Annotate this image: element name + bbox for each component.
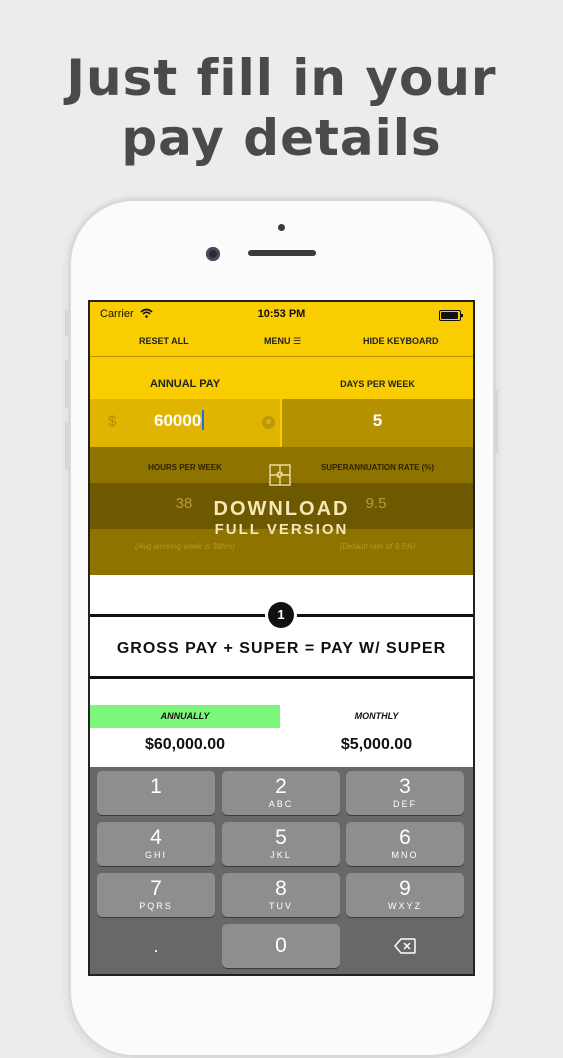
annual-pay-value: 60000	[154, 411, 202, 430]
headline: Just fill in your pay details	[0, 48, 563, 168]
formula-divider	[90, 676, 473, 679]
phone-power-button	[494, 390, 498, 454]
hours-hint: (Avg working week is 38hrs)	[135, 542, 235, 551]
phone-volume-up	[65, 360, 69, 408]
download-title[interactable]: DOWNLOAD	[90, 498, 473, 521]
puzzle-icon	[269, 464, 291, 486]
key-4-digit: 4	[150, 826, 162, 849]
key-1[interactable]: 1	[97, 771, 215, 815]
backspace-icon	[394, 938, 416, 954]
key-7-letters: PQRS	[139, 901, 173, 911]
key-6[interactable]: 6 MNO	[346, 822, 464, 866]
key-1-digit: 1	[150, 775, 162, 798]
phone-side-button	[65, 310, 69, 336]
days-per-week-label: DAYS PER WEEK	[340, 379, 415, 389]
key-5[interactable]: 5 JKL	[222, 822, 340, 866]
key-4[interactable]: 4 GHI	[97, 822, 215, 866]
proximity-sensor	[278, 224, 285, 231]
key-7[interactable]: 7 PQRS	[97, 873, 215, 917]
key-2-digit: 2	[275, 775, 287, 798]
key-8-letters: TUV	[269, 901, 293, 911]
key-0-digit: 0	[275, 934, 287, 957]
annual-pay-field[interactable]: $ 60000 ×	[90, 399, 280, 447]
key-decimal[interactable]: .	[97, 924, 215, 968]
key-6-digit: 6	[399, 826, 411, 849]
key-7-digit: 7	[150, 877, 162, 900]
clear-icon[interactable]: ×	[262, 416, 275, 429]
key-3[interactable]: 3 DEF	[346, 771, 464, 815]
superannuation-rate-label: SUPERANNUATION RATE (%)	[320, 463, 435, 472]
locked-fields-overlay[interactable]: HOURS PER WEEK SUPERANNUATION RATE (%) 3…	[90, 447, 473, 575]
reset-all-button[interactable]: RESET ALL	[139, 336, 189, 346]
days-per-week-value: 5	[372, 411, 383, 430]
key-0[interactable]: 0	[222, 924, 340, 968]
backspace-key[interactable]	[346, 924, 464, 968]
annual-pay-label: ANNUAL PAY	[149, 378, 221, 390]
key-2-letters: ABC	[268, 799, 294, 809]
superannuation-hint: (Default rate of 9.5%)	[339, 542, 416, 551]
numeric-keypad: 1 2 ABC 3 DEF 4 GHI 5 JKL 6 MNO 7 PQRS 8 TUV 9W…	[90, 767, 473, 974]
headline-line-1: Just fill in your	[66, 49, 497, 107]
key-5-digit: 5	[275, 826, 287, 849]
step-number-badge: 1	[268, 602, 294, 628]
key-9-digit: 9	[399, 877, 411, 900]
hide-keyboard-button[interactable]: HIDE KEYBOARD	[363, 336, 439, 346]
headline-line-2: pay details	[121, 109, 442, 167]
currency-symbol: $	[108, 413, 117, 430]
key-3-letters: DEF	[393, 799, 417, 809]
key-9-letters: WXYZ	[388, 901, 422, 911]
days-per-week-field[interactable]: 5	[282, 399, 473, 447]
menu-button[interactable]: MENU ☰	[264, 336, 301, 347]
key-6-letters: MNO	[391, 850, 419, 860]
status-bar: Carrier 10:53 PM	[90, 302, 473, 326]
tab-monthly[interactable]: MONTHLY	[280, 705, 473, 728]
phone-volume-down	[65, 422, 69, 470]
tab-annually[interactable]: ANNUALLY	[90, 705, 280, 728]
battery-icon	[439, 310, 463, 321]
top-toolbar: RESET ALL MENU ☰ HIDE KEYBOARD	[90, 326, 473, 357]
download-subtitle[interactable]: FULL VERSION	[90, 521, 473, 538]
key-8-digit: 8	[275, 877, 287, 900]
key-2[interactable]: 2 ABC	[222, 771, 340, 815]
key-9[interactable]: 9 WXYZ	[346, 873, 464, 917]
clock: 10:53 PM	[257, 308, 306, 320]
front-camera	[206, 247, 220, 261]
formula-heading: GROSS PAY + SUPER = PAY W/ SUPER	[116, 640, 447, 657]
app-screen: Carrier 10:53 PM RESET ALL MENU ☰ HIDE K…	[90, 302, 473, 974]
key-3-digit: 3	[399, 775, 411, 798]
hours-per-week-label: HOURS PER WEEK	[148, 463, 222, 472]
earpiece-speaker	[248, 250, 316, 256]
key-8[interactable]: 8 TUV	[222, 873, 340, 917]
annual-amount: $60,000.00	[144, 736, 226, 753]
text-cursor	[202, 410, 205, 430]
key-4-letters: GHI	[144, 850, 167, 860]
key-5-letters: JKL	[270, 850, 292, 860]
monthly-amount: $5,000.00	[340, 736, 413, 753]
